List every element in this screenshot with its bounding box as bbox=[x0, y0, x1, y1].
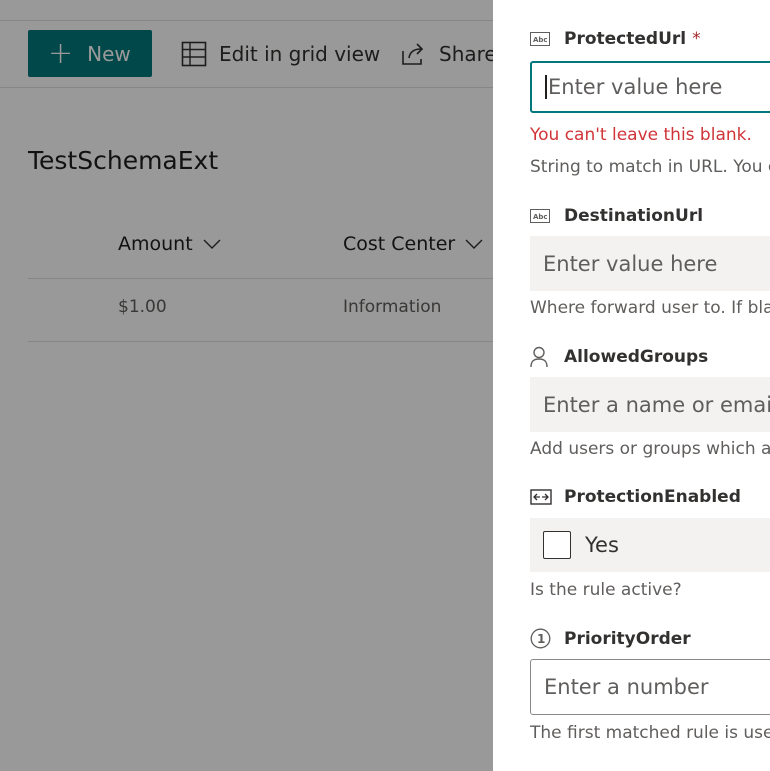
priority-order-description: The first matched rule is used. bbox=[530, 723, 770, 743]
protection-enabled-description: Is the rule active? bbox=[530, 580, 682, 600]
allowed-groups-input[interactable]: Enter a name or email ac bbox=[530, 377, 770, 432]
allowed-groups-label-text: AllowedGroups bbox=[564, 347, 709, 367]
destination-url-label: Abc DestinationUrl bbox=[530, 206, 703, 226]
svg-text:1: 1 bbox=[537, 632, 545, 646]
protection-enabled-label-text: ProtectionEnabled bbox=[564, 487, 741, 507]
protected-url-description: String to match in URL. You ca bbox=[530, 157, 770, 177]
destination-url-placeholder: Enter value here bbox=[543, 251, 718, 276]
allowed-groups-description: Add users or groups which are bbox=[530, 439, 770, 459]
protected-url-placeholder: Enter value here bbox=[548, 75, 723, 99]
allowed-groups-placeholder: Enter a name or email ac bbox=[543, 392, 770, 417]
abc-text-icon: Abc bbox=[530, 209, 552, 223]
person-icon bbox=[530, 346, 552, 368]
protection-enabled-checkbox[interactable] bbox=[543, 531, 571, 559]
priority-order-label: 1 PriorityOrder bbox=[530, 628, 691, 649]
protection-enabled-label: ProtectionEnabled bbox=[530, 487, 741, 507]
destination-url-description: Where forward user to. If blank bbox=[530, 298, 770, 318]
svg-text:Abc: Abc bbox=[533, 36, 548, 44]
toggle-icon bbox=[530, 489, 552, 505]
priority-order-placeholder: Enter a number bbox=[544, 675, 709, 699]
destination-url-input[interactable]: Enter value here bbox=[530, 236, 770, 291]
protection-enabled-row[interactable]: Yes bbox=[530, 518, 770, 572]
allowed-groups-label: AllowedGroups bbox=[530, 346, 708, 368]
priority-order-input[interactable]: Enter a number bbox=[530, 659, 770, 715]
required-mark: * bbox=[692, 29, 701, 49]
protected-url-label-text: ProtectedUrl bbox=[564, 29, 687, 49]
number-circle-icon: 1 bbox=[530, 628, 552, 649]
destination-url-label-text: DestinationUrl bbox=[564, 206, 704, 226]
new-item-panel: Abc ProtectedUrl * Enter value here You … bbox=[493, 0, 770, 771]
abc-text-icon: Abc bbox=[530, 32, 552, 46]
protected-url-error: You can't leave this blank. bbox=[530, 125, 752, 145]
priority-order-label-text: PriorityOrder bbox=[564, 628, 691, 649]
svg-text:Abc: Abc bbox=[533, 213, 548, 221]
protected-url-input[interactable]: Enter value here bbox=[530, 61, 770, 113]
protected-url-label: Abc ProtectedUrl * bbox=[530, 29, 701, 49]
checkbox-label: Yes bbox=[585, 533, 619, 557]
text-caret bbox=[545, 75, 547, 99]
